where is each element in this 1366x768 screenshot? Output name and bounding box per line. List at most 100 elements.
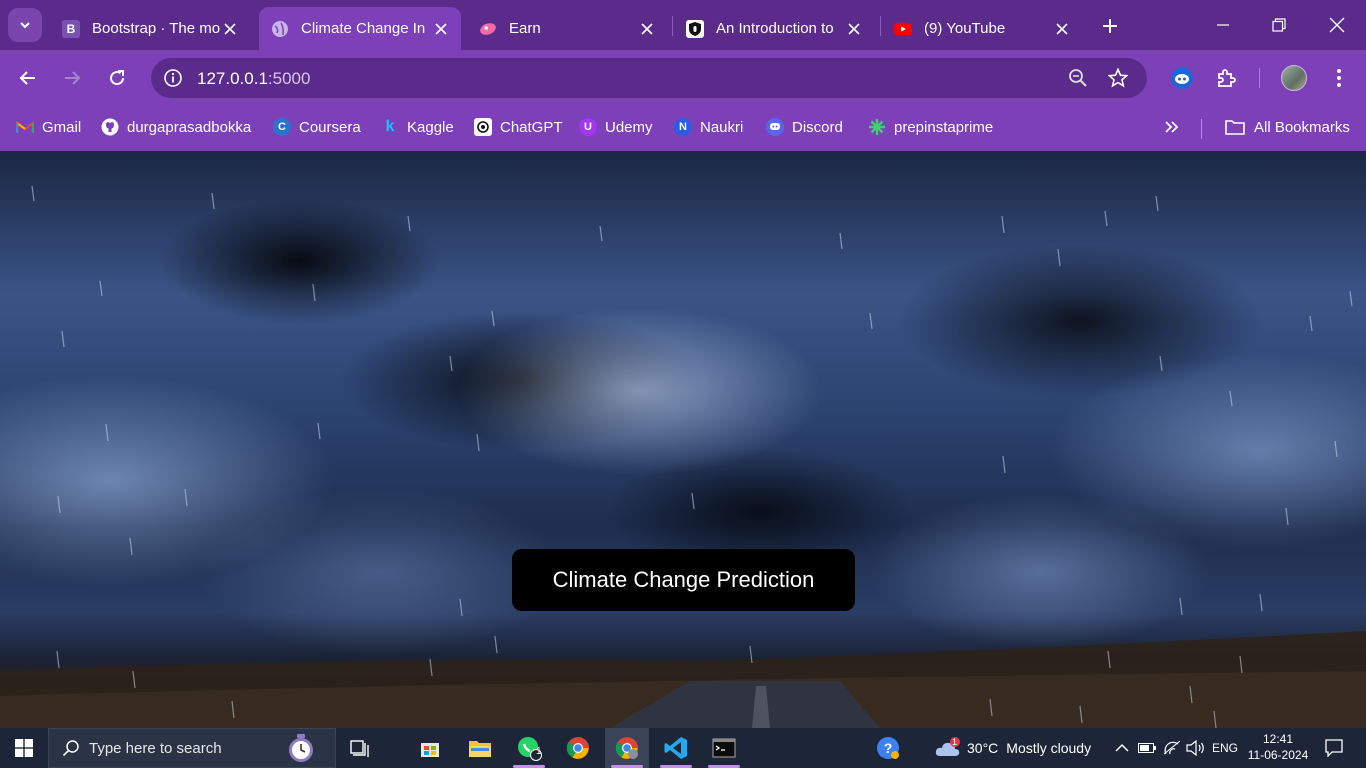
bookmark-prepinstaprime[interactable]: prepinstaprime — [868, 116, 993, 138]
terminal-app[interactable] — [702, 728, 746, 768]
bookmarks-bar: Gmail durgaprasadbokka C Coursera k Kagg… — [0, 106, 1366, 151]
clock-date: 11-06-2024 — [1247, 748, 1309, 762]
search-icon — [61, 738, 81, 758]
language-indicator[interactable]: ENG — [1212, 728, 1238, 768]
tab-title: Climate Change In — [301, 20, 426, 37]
url-text[interactable]: 127.0.0.1:5000 — [197, 69, 310, 89]
windows-taskbar: Type here to search 1 ? 1 30°C Mostly cl… — [0, 728, 1366, 768]
help-app[interactable]: ? — [866, 728, 910, 768]
weather-widget[interactable]: 1 30°C Mostly cloudy — [934, 728, 1091, 768]
tab-climate-change[interactable]: Climate Change In — [259, 7, 461, 50]
show-hidden-icons-button[interactable] — [1114, 728, 1130, 768]
windows-logo-icon — [15, 739, 33, 757]
close-icon[interactable] — [637, 19, 657, 39]
udemy-icon: U — [579, 118, 597, 136]
whatsapp-app[interactable]: 1 — [507, 728, 551, 768]
svg-text:?: ? — [884, 740, 893, 756]
wifi-icon — [1163, 740, 1181, 755]
close-icon[interactable] — [1052, 19, 1072, 39]
extension-bot-icon[interactable] — [1168, 64, 1196, 92]
bookmarks-overflow-button[interactable] — [1164, 116, 1180, 138]
file-explorer-app[interactable] — [458, 728, 502, 768]
reload-button[interactable] — [101, 62, 133, 94]
bookmark-label: Udemy — [605, 118, 653, 136]
whatsapp-badge: 1 — [536, 746, 542, 757]
kebab-menu-icon — [1337, 69, 1341, 87]
close-icon[interactable] — [220, 19, 240, 39]
chrome-icon — [566, 737, 589, 759]
task-view-button[interactable] — [338, 728, 382, 768]
plus-icon — [1103, 19, 1117, 33]
bookmark-chatgpt[interactable]: ChatGPT — [474, 116, 563, 138]
weather-badge: 1 — [952, 737, 958, 747]
chevron-up-icon — [1115, 743, 1129, 752]
bookmark-gmail[interactable]: Gmail — [16, 116, 81, 138]
chevron-down-icon — [20, 22, 30, 29]
tab-earn[interactable]: Earn — [467, 7, 667, 50]
profile-avatar[interactable] — [1280, 64, 1308, 92]
bookmark-coursera[interactable]: C Coursera — [273, 116, 361, 138]
forward-button[interactable] — [56, 62, 88, 94]
arrow-left-icon — [19, 71, 35, 85]
battery-indicator[interactable] — [1138, 728, 1156, 768]
notifications-button[interactable] — [1320, 734, 1348, 762]
tab-youtube[interactable]: (9) YouTube — [882, 7, 1082, 50]
speaker-icon — [1186, 740, 1204, 756]
toolbar-separator — [1259, 68, 1260, 88]
chrome-profile-app[interactable] — [605, 728, 649, 768]
page-background-storm: Climate Change Prediction — [0, 151, 1366, 728]
close-window-button[interactable] — [1322, 10, 1352, 40]
menu-button[interactable] — [1325, 64, 1353, 92]
tab-title: An Introduction to — [716, 20, 834, 37]
site-info-icon[interactable] — [161, 66, 185, 90]
start-button[interactable] — [0, 728, 48, 768]
task-view-icon — [350, 740, 369, 757]
close-icon[interactable] — [431, 19, 451, 39]
minimize-button[interactable] — [1208, 10, 1238, 40]
folder-icon — [1224, 118, 1246, 136]
restore-icon — [1272, 18, 1286, 32]
bookmark-github[interactable]: durgaprasadbokka — [101, 116, 251, 138]
bookmark-kaggle[interactable]: k Kaggle — [381, 116, 454, 138]
network-indicator[interactable] — [1163, 728, 1181, 768]
tab-title: Bootstrap · The most — [92, 20, 220, 37]
restore-button[interactable] — [1264, 10, 1294, 40]
bookmark-label: durgaprasadbokka — [127, 118, 252, 136]
notification-icon — [1325, 739, 1343, 757]
bookmark-label: Coursera — [299, 118, 361, 136]
new-tab-button[interactable] — [1096, 12, 1124, 40]
coursera-icon: C — [273, 118, 291, 136]
tab-search-button[interactable] — [8, 8, 42, 42]
vscode-app[interactable] — [654, 728, 698, 768]
zoom-icon[interactable] — [1066, 66, 1090, 90]
star-bookmark-icon[interactable] — [1106, 66, 1130, 90]
browser-toolbar: 127.0.0.1:5000 — [0, 50, 1366, 106]
kaggle-icon: k — [385, 118, 395, 135]
bookmarks-separator — [1201, 119, 1202, 139]
prepinsta-icon — [868, 118, 886, 136]
tab-bootstrap[interactable]: B Bootstrap · The most — [50, 7, 250, 50]
taskbar-search-box[interactable]: Type here to search — [48, 728, 336, 768]
climate-change-prediction-button[interactable]: Climate Change Prediction — [512, 549, 855, 611]
back-button[interactable] — [12, 62, 44, 94]
bookmark-udemy[interactable]: U Udemy — [579, 116, 653, 138]
address-bar[interactable]: 127.0.0.1:5000 — [151, 58, 1147, 98]
microsoft-store-app[interactable] — [408, 728, 452, 768]
folder-icon — [469, 741, 491, 757]
puzzle-extensions-icon[interactable] — [1213, 64, 1241, 92]
url-host: 127.0.0.1 — [197, 69, 268, 88]
bootstrap-icon: B — [62, 19, 80, 38]
avatar — [1281, 65, 1307, 91]
weather-temperature: 30°C — [967, 740, 999, 756]
all-bookmarks-button[interactable]: All Bookmarks — [1224, 116, 1350, 138]
volume-indicator[interactable] — [1186, 728, 1206, 768]
chrome-icon — [615, 737, 638, 759]
chrome-app[interactable] — [556, 728, 600, 768]
bookmark-label: Naukri — [700, 118, 744, 136]
bookmark-discord[interactable]: Discord — [766, 116, 843, 138]
earn-icon — [479, 20, 497, 38]
system-clock[interactable]: 12:41 11-06-2024 — [1242, 731, 1314, 763]
bookmark-naukri[interactable]: N Naukri — [674, 116, 743, 138]
close-icon[interactable] — [844, 19, 864, 39]
tab-introduction[interactable]: An Introduction to — [674, 7, 874, 50]
